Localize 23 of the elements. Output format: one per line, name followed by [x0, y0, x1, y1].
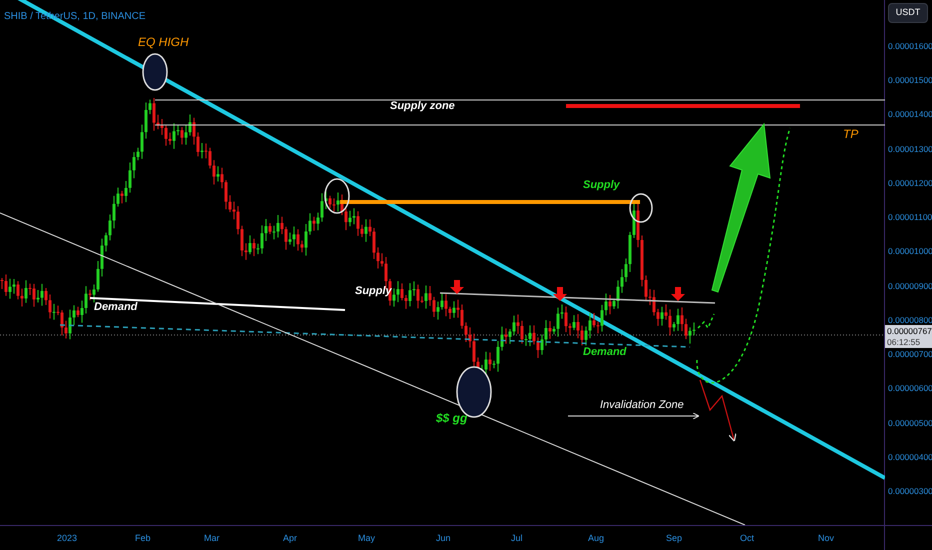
countdown: 06:12:55 [887, 336, 920, 348]
time-tick: Aug [588, 532, 604, 545]
chart-annotation: Supply zone [390, 101, 455, 112]
chart-annotation: $$ gg [436, 412, 468, 424]
time-tick: Feb [135, 532, 151, 545]
time-tick: Jun [436, 532, 451, 545]
last-price: 0.00000767 [887, 326, 932, 337]
time-tick: 2023 [57, 532, 78, 545]
time-tick: Jul [511, 532, 523, 545]
chart-annotation: Invalidation Zone [600, 400, 684, 411]
chart-annotation: TP [843, 128, 858, 140]
chart-annotation: Demand [583, 347, 626, 358]
chart-annotation: Demand [94, 302, 138, 313]
price-tick: 0.00001100 [888, 213, 932, 222]
time-tick: Nov [818, 532, 834, 545]
time-tick: Oct [740, 532, 754, 545]
chart-annotation: Supply [583, 180, 620, 191]
chart-annotation: EQ HIGH [138, 36, 189, 48]
currency-button[interactable]: USDT [888, 3, 928, 23]
time-tick: May [358, 532, 376, 545]
time-tick: Mar [204, 532, 220, 545]
time-tick: Apr [283, 532, 298, 545]
time-tick: Sep [666, 532, 682, 545]
